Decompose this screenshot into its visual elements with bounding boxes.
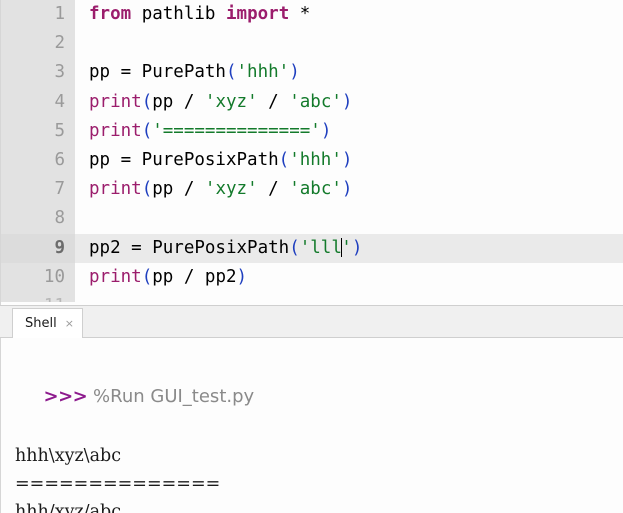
bottom-tabbar: Shell × <box>0 305 623 338</box>
code-token: pp / pp2 <box>152 266 237 287</box>
line-number: 3 <box>1 58 75 88</box>
tab-shell[interactable]: Shell × <box>12 308 83 338</box>
shell-command: %Run GUI_test.py <box>93 386 255 407</box>
code-token: pp / <box>152 91 205 112</box>
shell-output-block: hhh\xyz\abc==============hhh/xyz/abchhh/… <box>1 442 623 513</box>
code-line[interactable]: 11 <box>1 291 623 302</box>
code-line-text[interactable]: print(pp / 'xyz' / 'abc') <box>75 175 623 204</box>
code-line[interactable]: 10 print(pp / pp2) <box>1 262 623 292</box>
line-number: 5 <box>1 116 75 146</box>
code-token: ) <box>289 62 300 83</box>
line-number: 7 <box>1 175 75 205</box>
code-line-text[interactable] <box>75 292 623 302</box>
code-token: 'abc' <box>289 91 342 112</box>
code-line[interactable]: 2 <box>1 29 623 59</box>
code-token: ' <box>341 237 352 258</box>
line-number: 2 <box>1 29 75 59</box>
code-token: ) <box>320 120 332 141</box>
code-line-text[interactable]: pp = PurePosixPath('hhh') <box>75 146 623 175</box>
code-line[interactable]: 5 print('==============') <box>1 116 623 146</box>
line-number: 1 <box>1 0 75 30</box>
editor-scroll-area[interactable]: 1 from pathlib import * 2 3 pp = PurePath('… <box>1 0 623 305</box>
code-line-text[interactable]: print(pp / 'xyz' / 'abc') <box>75 88 623 117</box>
line-number: 6 <box>1 145 75 176</box>
code-token: 'xyz' <box>204 91 258 112</box>
code-line[interactable]: 9 pp2 = PurePosixPath('lll') <box>1 233 623 263</box>
code-line[interactable]: 1 from pathlib import * <box>1 0 623 30</box>
code-token: ) <box>341 179 353 200</box>
close-icon[interactable]: × <box>65 318 74 329</box>
code-line[interactable]: 7 print(pp / 'xyz' / 'abc') <box>1 175 623 205</box>
code-token: / <box>257 179 290 200</box>
code-line-text[interactable]: from pathlib import * <box>75 0 623 29</box>
code-token: pathlib <box>141 4 216 24</box>
code-line-text[interactable]: pp = PurePath('hhh') <box>75 58 623 87</box>
shell-pane[interactable]: >>> %Run GUI_test.py hhh\xyz\abc ========… <box>0 338 623 513</box>
line-number: 4 <box>1 87 75 117</box>
code-token: * <box>299 4 311 24</box>
code-token: pp / <box>152 179 205 200</box>
code-token: ) <box>341 91 353 112</box>
code-line-text[interactable]: pp2 = PurePosixPath('lll') <box>75 233 623 263</box>
code-line[interactable]: 4 print(pp / 'xyz' / 'abc') <box>1 87 623 117</box>
code-token: / <box>257 91 290 112</box>
code-line-text[interactable] <box>75 204 623 233</box>
code-token: print <box>89 91 142 112</box>
code-token: 'xyz' <box>204 179 258 200</box>
code-token: ) <box>236 266 248 287</box>
code-token: 'hhh' <box>289 149 342 170</box>
code-area[interactable]: 1 from pathlib import * 2 3 pp = PurePath('… <box>1 0 623 302</box>
code-token: ( <box>278 149 290 170</box>
code-line[interactable]: 8 <box>1 204 623 234</box>
code-token: ( <box>141 91 153 112</box>
code-token: pp = PurePath <box>89 62 226 83</box>
line-number: 11 <box>1 291 75 302</box>
code-token: ) <box>341 149 353 170</box>
line-number: 10 <box>1 262 75 292</box>
code-token: ( <box>141 120 153 141</box>
code-line-text[interactable]: print('==============') <box>75 117 623 146</box>
shell-output-line: ============== <box>15 474 221 494</box>
code-token: ( <box>141 266 153 287</box>
shell-command-line: >>> %Run GUI_test.py <box>1 352 623 442</box>
code-token: pp = PurePosixPath <box>89 149 279 170</box>
code-token: print <box>89 179 142 200</box>
code-token: '==============' <box>152 120 321 141</box>
code-token: ( <box>225 62 237 83</box>
shell-output-line: hhh\xyz\abc <box>15 446 122 466</box>
code-token: 'lll <box>299 237 342 258</box>
code-line[interactable]: 6 pp = PurePosixPath('hhh') <box>1 145 623 176</box>
code-token: 'abc' <box>289 179 342 200</box>
tab-shell-label: Shell <box>25 316 57 331</box>
code-line-text[interactable] <box>75 29 623 58</box>
code-token: pp2 = PurePosixPath <box>89 237 290 258</box>
line-number: 9 <box>1 233 75 263</box>
shell-output-line: hhh/xyz/abc <box>15 502 122 513</box>
code-line[interactable]: 3 pp = PurePath('hhh') <box>1 58 623 88</box>
thonny-window: 1 from pathlib import * 2 3 pp = PurePath('… <box>0 0 623 513</box>
code-token: ) <box>351 237 363 258</box>
code-token: ( <box>289 237 300 258</box>
code-editor-pane[interactable]: 1 from pathlib import * 2 3 pp = PurePath('… <box>0 0 623 305</box>
shell-prompt: >>> <box>43 386 94 407</box>
line-number: 8 <box>1 204 75 234</box>
code-line-text[interactable]: print(pp / pp2) <box>75 263 623 292</box>
code-token: from <box>89 4 132 24</box>
code-token: 'hhh' <box>236 62 290 83</box>
code-token: print <box>89 266 142 287</box>
code-token: ( <box>141 179 153 200</box>
code-token: print <box>89 120 142 141</box>
code-token: import <box>226 4 290 24</box>
